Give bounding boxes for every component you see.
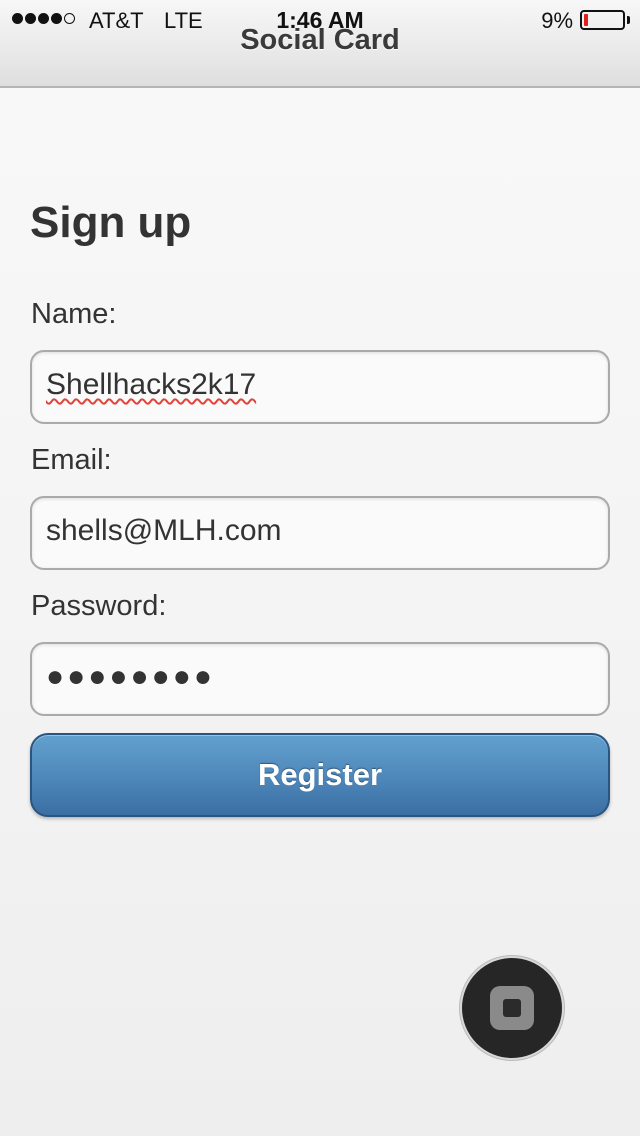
assistive-touch-icon[interactable] <box>460 956 564 1060</box>
password-field[interactable] <box>30 642 610 716</box>
navigation-bar: AT&T LTE 1:46 AM 9% Social Card <box>0 0 640 88</box>
password-label: Password: <box>31 590 167 622</box>
app-title: Social Card <box>240 24 400 56</box>
page-title: Sign up <box>30 198 192 247</box>
email-field[interactable] <box>30 496 610 570</box>
name-field[interactable] <box>30 350 610 424</box>
register-button[interactable]: Register <box>30 733 610 817</box>
email-label: Email: <box>31 444 112 476</box>
name-label: Name: <box>31 298 117 330</box>
